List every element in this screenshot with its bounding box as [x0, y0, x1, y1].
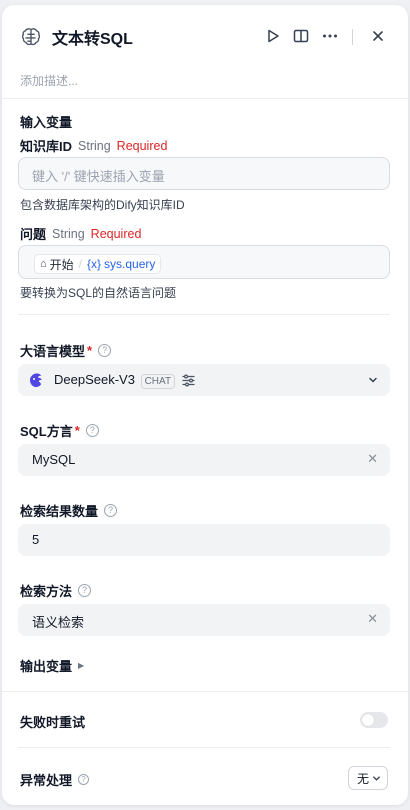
deepseek-logo-icon	[30, 373, 42, 388]
model-settings-icon[interactable]	[181, 373, 196, 388]
section-divider	[18, 314, 390, 315]
output-vars-toggle[interactable]: 输出变量 ▶	[20, 656, 84, 675]
error-handling-label: 异常处理 ?	[20, 770, 90, 789]
retrieval-label: 检索方法 ?	[20, 581, 92, 600]
retry-toggle[interactable]	[360, 712, 388, 728]
question-required: Required	[90, 226, 142, 241]
dialect-label-text: SQL方言	[20, 424, 73, 439]
model-label: 大语言模型 * ?	[20, 341, 112, 360]
help-icon[interactable]: ?	[78, 774, 90, 785]
knowledge-id-input[interactable]: 键入 '/' 键快速插入变量	[18, 157, 390, 190]
knowledge-id-label: 知识库ID String Required	[20, 136, 167, 155]
header-divider	[2, 98, 408, 99]
variable-tag[interactable]: ⌂ 开始 / {x} sys.query	[34, 254, 162, 274]
question-hint: 要转换为SQL的自然语言问题	[20, 286, 177, 300]
help-icon[interactable]: ?	[78, 584, 92, 597]
model-mode-badge: CHAT	[140, 374, 176, 389]
help-icon[interactable]: ?	[85, 424, 99, 437]
help-icon[interactable]: ?	[104, 504, 118, 517]
caret-right-icon: ▶	[78, 661, 85, 670]
question-label: 问题 String Required	[20, 224, 141, 243]
model-required-mark: *	[87, 343, 93, 358]
retry-label: 失败时重试	[20, 715, 86, 730]
input-vars-title: 输入变量	[20, 115, 73, 130]
result-count-label: 检索结果数量 ?	[20, 501, 118, 520]
chevron-down-icon	[373, 775, 380, 781]
panel-layout-icon[interactable]	[292, 27, 310, 45]
model-name: DeepSeek-V3	[54, 372, 135, 387]
model-selector[interactable]: DeepSeek-V3 CHAT	[18, 364, 390, 396]
knowledge-id-type: String	[78, 138, 111, 153]
result-count-input[interactable]: 5	[18, 524, 390, 556]
help-icon[interactable]: ?	[98, 344, 112, 357]
section-divider	[18, 747, 390, 748]
retrieval-value: 语义检索	[32, 615, 85, 630]
variable-prefix-icon: {x}	[87, 257, 102, 271]
node-config-panel: 文本转SQL 添加描述... 输入变量 知识库ID String Require…	[2, 5, 408, 805]
model-label-text: 大语言模型	[20, 344, 86, 359]
knowledge-id-required: Required	[116, 138, 168, 153]
knowledge-id-name: 知识库ID	[20, 139, 73, 154]
variable-separator: /	[78, 257, 83, 271]
panel-header: 文本转SQL	[2, 5, 408, 65]
clear-icon[interactable]: ✕	[367, 451, 378, 467]
error-handling-value: 无	[356, 771, 369, 786]
close-icon[interactable]	[369, 27, 387, 45]
variable-node-name: 开始	[49, 257, 74, 272]
more-options-icon[interactable]	[321, 27, 339, 45]
dialect-required-mark: *	[74, 423, 80, 438]
error-handling-select[interactable]: 无	[347, 766, 388, 790]
description-input[interactable]: 添加描述...	[20, 72, 78, 89]
question-name: 问题	[20, 227, 47, 242]
retrieval-input[interactable]: 语义检索 ✕	[18, 604, 390, 636]
toggle-knob	[362, 714, 374, 726]
clear-icon[interactable]: ✕	[367, 611, 378, 627]
dialect-value: MySQL	[32, 452, 76, 467]
knowledge-id-placeholder: 键入 '/' 键快速插入变量	[32, 169, 165, 184]
knowledge-id-hint: 包含数据库架构的Dify知识库ID	[20, 198, 185, 212]
brain-icon	[21, 28, 41, 46]
node-title[interactable]: 文本转SQL	[52, 25, 133, 49]
header-separator	[352, 29, 353, 45]
result-count-label-text: 检索结果数量	[20, 504, 99, 519]
section-divider	[2, 691, 408, 692]
dialect-label: SQL方言 * ?	[20, 421, 99, 440]
retrieval-label-text: 检索方法	[20, 584, 73, 599]
result-count-value: 5	[32, 532, 40, 547]
chevron-down-icon[interactable]	[368, 375, 378, 385]
question-type: String	[52, 226, 85, 241]
error-handling-label-text: 异常处理	[20, 773, 73, 788]
output-vars-label: 输出变量	[20, 659, 73, 674]
question-input[interactable]: ⌂ 开始 / {x} sys.query	[18, 245, 390, 279]
dialect-input[interactable]: MySQL ✕	[18, 444, 390, 476]
run-icon[interactable]	[264, 27, 282, 45]
model-name-row: DeepSeek-V3 CHAT	[54, 372, 176, 389]
variable-name: sys.query	[104, 257, 156, 271]
home-icon: ⌂	[40, 258, 47, 270]
